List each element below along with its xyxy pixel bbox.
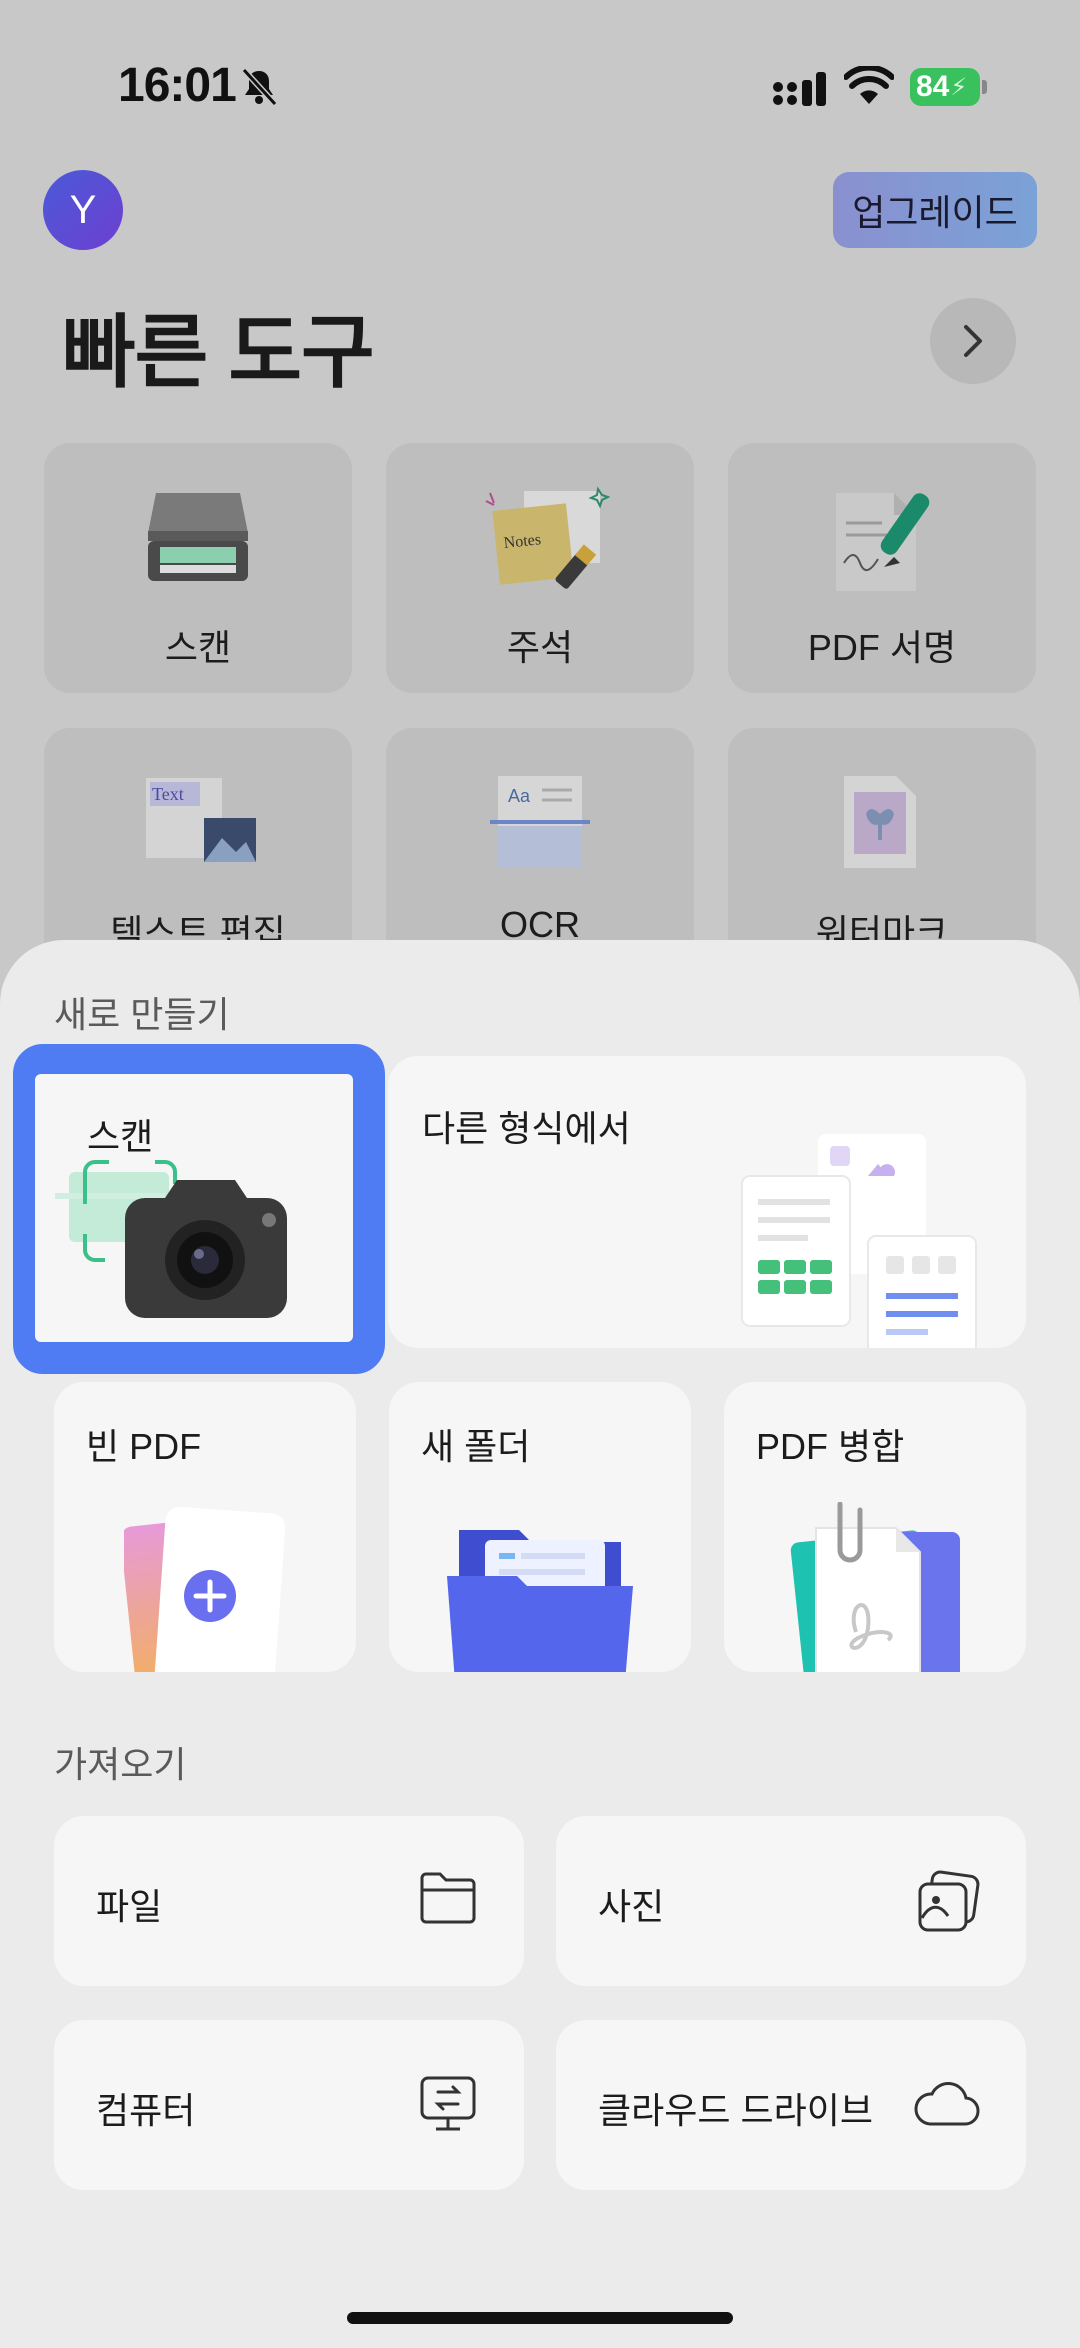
upgrade-button[interactable]: 업그레이드 bbox=[833, 172, 1037, 248]
import-file-card[interactable]: 파일 bbox=[54, 1816, 524, 1986]
charging-icon: ⚡ bbox=[950, 73, 968, 101]
import-computer-label: 컴퓨터 bbox=[96, 2090, 196, 2131]
tool-label: 스캔 bbox=[164, 627, 232, 668]
bell-slash-icon bbox=[241, 67, 278, 107]
import-cloud-card[interactable]: 클라우드 드라이브 bbox=[556, 2020, 1026, 2190]
section-title-create: 새로 만들기 bbox=[54, 994, 230, 1035]
page-title: 빠른 도구 bbox=[62, 308, 375, 397]
see-all-button[interactable] bbox=[930, 298, 1016, 384]
merge-pdf-icon bbox=[790, 1502, 960, 1672]
import-cloud-label: 클라우드 드라이브 bbox=[598, 2090, 873, 2131]
import-file-label: 파일 bbox=[96, 1886, 163, 1927]
tool-card-sign-pdf[interactable]: PDF 서명 bbox=[728, 443, 1036, 693]
edit-text-icon: Text bbox=[146, 778, 256, 862]
new-folder-card[interactable]: 새 폴더 bbox=[389, 1382, 691, 1672]
scanner-icon bbox=[148, 493, 248, 581]
notes-icon: Notes bbox=[485, 486, 610, 589]
import-photo-card[interactable]: 사진 bbox=[556, 1816, 1026, 1986]
scan-card[interactable]: 스캔 bbox=[35, 1074, 353, 1342]
status-bar: 16:01 84 ⚡ bbox=[0, 0, 1080, 170]
battery-level: 84 bbox=[916, 70, 950, 103]
folder-icon bbox=[447, 1530, 633, 1672]
import-computer-card[interactable]: 컴퓨터 bbox=[54, 2020, 524, 2190]
battery-indicator: 84 ⚡ bbox=[910, 68, 980, 106]
merge-pdf-label: PDF 병합 bbox=[756, 1426, 905, 1467]
computer-icon bbox=[420, 2076, 476, 2131]
folder-outline-icon bbox=[420, 1872, 476, 1924]
documents-icon bbox=[741, 1134, 977, 1348]
avatar[interactable]: Y bbox=[43, 170, 123, 250]
new-folder-label: 새 폴더 bbox=[421, 1426, 531, 1467]
blank-pdf-card[interactable]: 빈 PDF bbox=[54, 1382, 356, 1672]
chevron-right-icon bbox=[964, 325, 982, 357]
ocr-icon: Aa bbox=[490, 776, 590, 868]
from-other-format-label: 다른 형식에서 bbox=[422, 1108, 631, 1149]
camera-icon bbox=[55, 1160, 287, 1318]
section-title-import: 가져오기 bbox=[54, 1744, 187, 1785]
home-indicator bbox=[347, 2312, 733, 2324]
status-time: 16:01 bbox=[118, 59, 237, 112]
blank-pdf-icon bbox=[124, 1506, 286, 1672]
merge-pdf-card[interactable]: PDF 병합 bbox=[724, 1382, 1026, 1672]
tool-label: PDF 서명 bbox=[807, 627, 957, 668]
import-photo-label: 사진 bbox=[598, 1886, 665, 1927]
svg-text:Text: Text bbox=[152, 784, 184, 804]
signal-icon bbox=[773, 72, 826, 106]
tool-card-scan[interactable]: 스캔 bbox=[44, 443, 352, 693]
wifi-icon bbox=[844, 66, 894, 104]
watermark-icon bbox=[844, 776, 916, 868]
battery-cap bbox=[982, 80, 987, 94]
scan-label: 스캔 bbox=[87, 1116, 154, 1157]
svg-text:Aa: Aa bbox=[508, 786, 531, 806]
blank-pdf-label: 빈 PDF bbox=[86, 1426, 202, 1467]
tool-card-annotate[interactable]: Notes 주석 bbox=[386, 443, 694, 693]
signature-icon bbox=[836, 493, 930, 591]
tool-label: 주석 bbox=[506, 627, 574, 668]
cloud-icon bbox=[914, 2082, 980, 2126]
from-other-format-card[interactable]: 다른 형식에서 bbox=[388, 1056, 1026, 1348]
photo-icon bbox=[918, 1870, 980, 1932]
home-screen-background: 16:01 84 ⚡ Y 업그레이드 빠른 도구 스캔 Notes 주석 PDF… bbox=[0, 0, 1080, 1000]
